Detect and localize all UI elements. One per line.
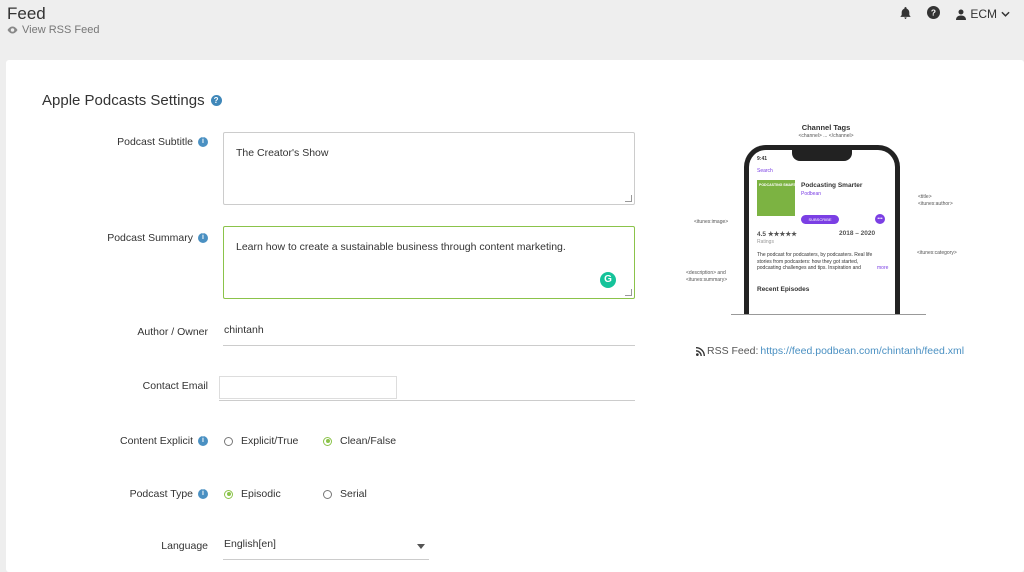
illustration-title: Channel Tags — [801, 123, 851, 132]
language-value: English[en] — [224, 538, 276, 550]
info-icon[interactable]: i — [198, 436, 208, 446]
author-label: Author / Owner — [66, 326, 208, 338]
chevron-down-icon — [1001, 11, 1010, 17]
rss-feed-url-link[interactable]: https://feed.podbean.com/chintanh/feed.x… — [760, 345, 964, 357]
view-rss-label: View RSS Feed — [22, 24, 100, 36]
help-icon[interactable]: ? — [210, 95, 222, 106]
view-rss-link[interactable]: View RSS Feed — [7, 24, 99, 36]
rss-icon — [696, 346, 705, 356]
author-value: chintanh — [224, 324, 264, 336]
caret-down-icon — [417, 544, 425, 549]
svg-text:?: ? — [931, 7, 936, 17]
info-icon[interactable]: i — [198, 489, 208, 499]
type-label-text: Podcast Type — [129, 488, 193, 500]
phone-rating: 4.5 ★★★★★ — [757, 231, 797, 238]
bell-icon[interactable] — [900, 6, 911, 22]
type-label: Podcast Type i — [66, 488, 208, 500]
subtitle-textarea[interactable]: The Creator's Show — [223, 132, 635, 205]
tag-author: <itunes:author> — [918, 201, 953, 207]
section-title-text: Apple Podcasts Settings — [42, 92, 205, 109]
radio-label: Explicit/True — [241, 435, 299, 447]
cover-text: PODCASTING SMARTER — [759, 183, 801, 187]
author-label-text: Author / Owner — [137, 326, 208, 338]
subtitle-value: The Creator's Show — [236, 147, 329, 159]
phone-podcast-author: Podbean — [801, 191, 822, 197]
resize-handle[interactable] — [625, 195, 632, 202]
radio-button[interactable] — [224, 436, 233, 446]
summary-value: Learn how to create a sustainable busine… — [236, 241, 566, 253]
illustration-subtitle: <channel> ... </channel> — [798, 133, 854, 139]
user-menu[interactable]: ECM — [956, 7, 1010, 21]
info-icon[interactable]: i — [198, 137, 208, 147]
explicit-label: Content Explicit i — [66, 435, 208, 447]
phone-mockup: 9:41 Search PODCASTING SMARTER Podcastin… — [744, 145, 900, 315]
settings-card: Apple Podcasts Settings ? Podcast Subtit… — [6, 60, 1024, 572]
help-icon[interactable]: ? — [927, 6, 941, 22]
phone-subscribe: SUBSCRIBE — [801, 215, 839, 224]
radio-label: Clean/False — [340, 435, 397, 447]
tag-description: <description> and — [686, 270, 726, 276]
rss-feed-label: RSS Feed: — [707, 345, 759, 357]
explicit-label-text: Content Explicit — [120, 435, 193, 447]
channel-tags-illustration: Channel Tags <channel> ... </channel> 9:… — [676, 118, 976, 318]
radio-label: Episodic — [241, 488, 281, 500]
language-select[interactable]: English[en] — [223, 538, 429, 560]
grammarly-icon[interactable]: G — [600, 272, 616, 288]
phone-recent-episodes: Recent Episodes — [757, 286, 810, 293]
email-field[interactable] — [219, 376, 397, 399]
rss-feed-line: RSS Feed: https://feed.podbean.com/chint… — [696, 345, 964, 357]
phone-time: 9:41 — [757, 156, 768, 162]
top-bar: Feed View RSS Feed ? ECM — [0, 0, 1024, 60]
phone-notch — [792, 150, 852, 161]
language-label-text: Language — [161, 540, 208, 552]
section-title: Apple Podcasts Settings ? — [42, 92, 222, 109]
phone-description: The podcast for podcasters, by podcaster… — [757, 252, 873, 271]
tag-image: <itunes:image> — [694, 219, 729, 225]
phone-more: more — [877, 265, 889, 271]
info-icon[interactable]: i — [198, 233, 208, 243]
resize-handle[interactable] — [625, 289, 632, 296]
type-radio-serial[interactable]: Serial — [323, 488, 367, 500]
phone-search: Search — [757, 168, 773, 174]
explicit-radio-true[interactable]: Explicit/True — [224, 435, 298, 447]
podcast-cover: PODCASTING SMARTER — [757, 180, 801, 216]
subtitle-label: Podcast Subtitle i — [66, 136, 208, 148]
more-icon: ••• — [875, 214, 885, 224]
explicit-radio-false[interactable]: Clean/False — [323, 435, 396, 447]
page-title: Feed — [7, 4, 46, 23]
phone-ratings-label: Ratings — [757, 239, 774, 245]
author-input[interactable]: chintanh — [223, 324, 635, 346]
user-name: ECM — [970, 7, 997, 21]
type-radio-episodic[interactable]: Episodic — [224, 488, 281, 500]
radio-button[interactable] — [224, 489, 233, 499]
tag-category: <itunes:category> — [917, 250, 957, 256]
summary-label: Podcast Summary i — [66, 232, 208, 244]
subtitle-label-text: Podcast Subtitle — [117, 136, 193, 148]
phone-podcast-title: Podcasting Smarter — [801, 182, 863, 189]
email-label-text: Contact Email — [142, 380, 208, 392]
tag-title: <title> — [918, 194, 932, 200]
radio-button[interactable] — [323, 436, 332, 446]
user-icon — [956, 9, 967, 20]
radio-button[interactable] — [323, 489, 332, 499]
summary-label-text: Podcast Summary — [107, 232, 193, 244]
tag-summary: <itunes:summary> — [686, 277, 728, 283]
radio-label: Serial — [340, 488, 367, 500]
email-label: Contact Email — [66, 380, 208, 392]
illustration-baseline — [731, 314, 926, 315]
language-label: Language — [66, 540, 208, 552]
summary-textarea[interactable]: Learn how to create a sustainable busine… — [223, 226, 635, 299]
phone-years: 2018 – 2020 — [839, 230, 876, 237]
eye-icon — [7, 26, 18, 34]
